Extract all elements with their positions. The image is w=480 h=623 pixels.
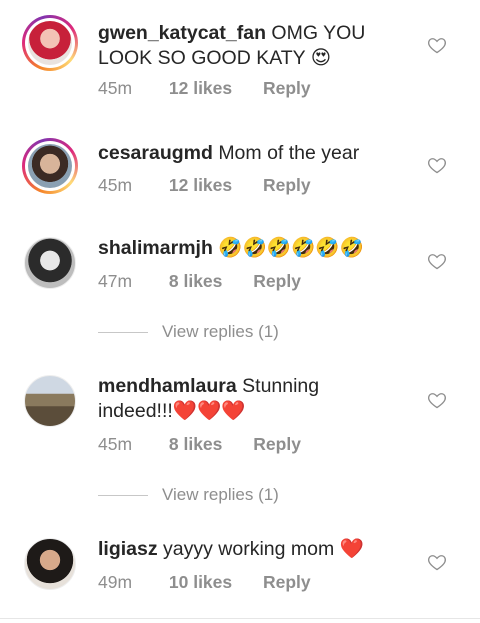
comment-username[interactable]: ligiasz xyxy=(98,538,158,560)
comment-likes[interactable]: 8 likes xyxy=(169,271,223,292)
comment-likes[interactable]: 12 likes xyxy=(169,175,232,196)
comment-meta: 47m 8 likes Reply xyxy=(98,271,301,292)
avatar[interactable] xyxy=(24,375,76,427)
comment-time: 45m xyxy=(98,434,133,454)
comment-likes[interactable]: 12 likes xyxy=(169,78,232,99)
avatar[interactable] xyxy=(22,138,78,194)
comment-text: shalimarmjh 🤣🤣🤣🤣🤣🤣 xyxy=(98,236,398,261)
comment-body: 🤣🤣🤣🤣🤣🤣 xyxy=(218,237,364,259)
comment-meta: 45m 12 likes Reply xyxy=(98,78,311,99)
comment-text: ligiasz yayyy working mom ❤️ xyxy=(98,537,398,562)
comment-meta: 45m 12 likes Reply xyxy=(98,175,311,196)
comment-text: cesaraugmd Mom of the year xyxy=(98,141,398,166)
reply-button[interactable]: Reply xyxy=(263,78,311,99)
heart-outline-icon[interactable] xyxy=(427,552,447,572)
view-replies-label: View replies (1) xyxy=(162,322,279,341)
divider xyxy=(0,618,480,619)
view-replies-button[interactable]: View replies (1) xyxy=(98,322,279,342)
comment-username[interactable]: shalimarmjh xyxy=(98,237,213,259)
avatar[interactable] xyxy=(24,237,76,289)
view-replies-button[interactable]: View replies (1) xyxy=(98,485,279,505)
avatar[interactable] xyxy=(24,538,76,590)
heart-outline-icon[interactable] xyxy=(427,251,447,271)
comment-body: yayyy working mom ❤️ xyxy=(163,538,364,560)
comment-text: gwen_katycat_fan OMG YOU LOOK SO GOOD KA… xyxy=(98,21,398,71)
comment-meta: 49m 10 likes Reply xyxy=(98,572,311,593)
comment-username[interactable]: mendhamlaura xyxy=(98,375,237,397)
avatar[interactable] xyxy=(22,15,78,71)
comment-meta: 45m 8 likes Reply xyxy=(98,434,301,455)
reply-button[interactable]: Reply xyxy=(263,572,311,593)
comment-time: 47m xyxy=(98,271,133,291)
comment-body: Mom of the year xyxy=(218,142,360,164)
comment-time: 45m xyxy=(98,78,133,98)
comment-likes[interactable]: 8 likes xyxy=(169,434,223,455)
divider xyxy=(98,332,148,334)
heart-outline-icon[interactable] xyxy=(427,155,447,175)
reply-button[interactable]: Reply xyxy=(263,175,311,196)
comment-text: mendhamlaura Stunning indeed!!!❤️❤️❤️ xyxy=(98,374,368,424)
heart-outline-icon[interactable] xyxy=(427,390,447,410)
reply-button[interactable]: Reply xyxy=(253,271,301,292)
divider xyxy=(98,495,148,497)
comment-time: 45m xyxy=(98,175,133,195)
comment-likes[interactable]: 10 likes xyxy=(169,572,232,593)
reply-button[interactable]: Reply xyxy=(253,434,301,455)
comment-username[interactable]: cesaraugmd xyxy=(98,142,213,164)
heart-outline-icon[interactable] xyxy=(427,35,447,55)
view-replies-label: View replies (1) xyxy=(162,485,279,504)
comment-username[interactable]: gwen_katycat_fan xyxy=(98,22,266,44)
comment-time: 49m xyxy=(98,572,133,592)
